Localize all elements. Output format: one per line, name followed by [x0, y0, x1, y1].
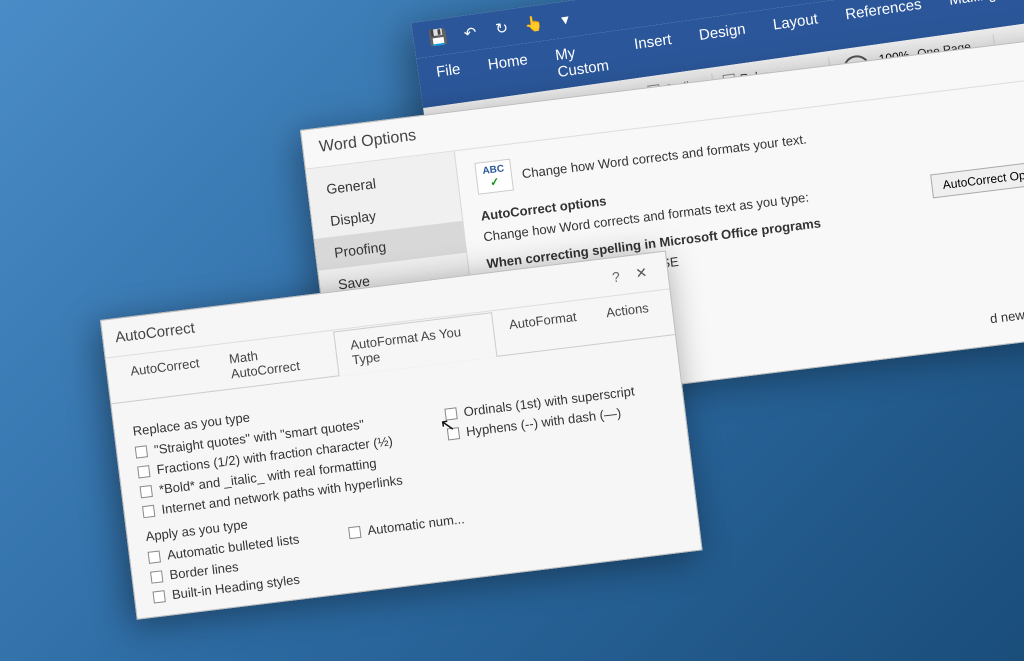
border-label: Border lines: [169, 559, 240, 582]
checkbox-icon: [152, 590, 165, 603]
autocorrect-title: AutoCorrect: [114, 320, 196, 347]
tab-file[interactable]: File: [420, 51, 479, 108]
checkbox-icon: [348, 525, 361, 538]
checkbox-icon: [148, 550, 161, 563]
checkbox-icon: [142, 504, 155, 517]
qat-more-icon[interactable]: ▾: [555, 9, 575, 29]
touch-mode-icon[interactable]: 👆: [523, 14, 543, 34]
tab-insert[interactable]: Insert: [618, 21, 690, 80]
tab-home[interactable]: Home: [472, 41, 546, 100]
tab-layout[interactable]: Layout: [757, 1, 836, 61]
abc-check-icon: ABC✓: [474, 159, 514, 195]
undo-icon[interactable]: ↶: [460, 23, 480, 43]
close-icon[interactable]: ✕: [627, 263, 657, 283]
checkbox-icon: [135, 445, 148, 458]
tab-actions[interactable]: Actions: [589, 290, 667, 344]
checkbox-icon: [150, 570, 163, 583]
save-icon[interactable]: 💾: [428, 27, 448, 47]
checkbox-icon: [137, 465, 150, 478]
autocorrect-dialog: AutoCorrect ? ✕ AutoCorrect Math AutoCor…: [100, 251, 703, 620]
tab-design[interactable]: Design: [683, 11, 764, 71]
help-icon[interactable]: ?: [603, 267, 629, 286]
checkbox-icon: [447, 427, 460, 440]
checkbox-icon: [140, 484, 153, 497]
checkbox-icon: [444, 407, 457, 420]
redo-icon[interactable]: ↻: [492, 18, 512, 38]
